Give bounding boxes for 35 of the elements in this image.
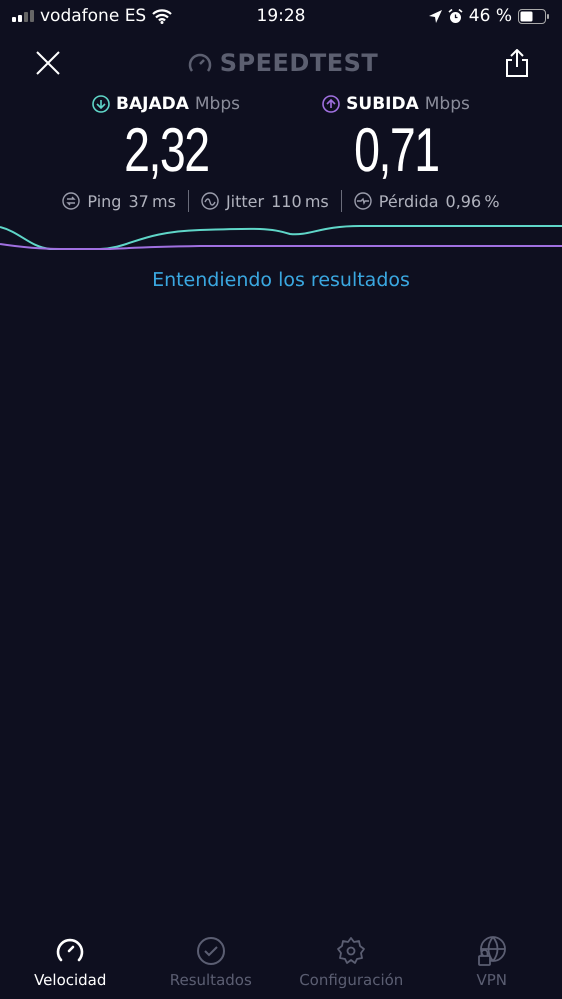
speed-label: BAJADA: [116, 94, 189, 114]
speed-label: SUBIDA: [346, 94, 419, 114]
battery-percent: 46 %: [468, 6, 512, 26]
tab[interactable]: Velocidad: [0, 931, 140, 993]
clock-time: 19:28: [256, 6, 306, 26]
alarm-clock-icon: [448, 8, 463, 24]
wifi-icon: [152, 8, 172, 24]
app-logo: SPEEDTEST: [220, 49, 378, 77]
close-icon[interactable]: [36, 51, 60, 75]
metric-label: Ping: [87, 192, 122, 210]
speed-value: 0,71: [354, 115, 438, 187]
location-arrow-icon: [428, 10, 442, 22]
metric-label: Pérdida: [378, 192, 439, 210]
share-icon[interactable]: [506, 49, 528, 77]
carrier-name: vodafone ES: [40, 6, 146, 26]
pulse-icon: [354, 192, 372, 210]
tab[interactable]: Configuración: [281, 931, 422, 993]
speed-unit: Mbps: [424, 94, 470, 114]
tab[interactable]: VPN: [422, 931, 562, 993]
metric-value: 110 ms: [271, 192, 329, 210]
check-circle-icon: [194, 935, 227, 967]
speed-value: 2,32: [124, 115, 208, 187]
speed-unit: Mbps: [194, 94, 240, 114]
tab[interactable]: Resultados: [140, 931, 281, 993]
ping-icon: [62, 192, 80, 210]
wave-icon: [200, 192, 219, 210]
battery-icon: [518, 8, 550, 24]
settings-icon: [335, 935, 368, 967]
metric-value: 37 ms: [128, 192, 176, 210]
metric-label: Jitter: [226, 192, 264, 210]
results-link[interactable]: Entendiendo los resultados: [152, 269, 410, 291]
gauge-icon: [188, 53, 212, 73]
signal-icon: [12, 10, 34, 22]
globe-lock-icon: [476, 935, 508, 967]
metric-value: 0,96 %: [446, 192, 500, 210]
